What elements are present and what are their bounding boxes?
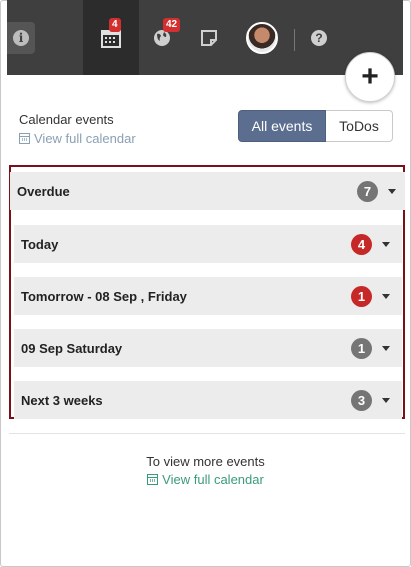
toolbar-divider <box>294 29 295 51</box>
event-count-badge: 1 <box>351 337 372 359</box>
event-group-row[interactable]: Next 3 weeks 3 <box>14 381 402 419</box>
calendar-small-icon <box>19 133 30 144</box>
todos-button[interactable]: ToDos <box>326 110 393 142</box>
view-full-calendar-label: View full calendar <box>162 472 264 487</box>
event-group-label: Tomorrow - 08 Sep , Friday <box>21 288 187 304</box>
event-count-badge: 4 <box>351 233 372 255</box>
add-event-button[interactable]: + <box>345 52 395 102</box>
event-count-badge: 7 <box>357 180 378 202</box>
help-button[interactable]: ? <box>307 0 331 75</box>
calendar-small-icon <box>147 474 159 485</box>
calendar-header: Calendar events View full calendar <box>19 112 136 146</box>
event-group-row[interactable]: 09 Sep Saturday 1 <box>14 329 402 367</box>
footer: To view more events View full calendar <box>0 454 411 487</box>
chevron-down-icon[interactable] <box>382 397 390 403</box>
view-full-calendar-link-bottom[interactable]: View full calendar <box>0 472 411 487</box>
top-toolbar: i 4 42 ? <box>7 0 403 75</box>
event-group-label: Next 3 weeks <box>21 392 103 408</box>
chevron-down-icon[interactable] <box>382 293 390 299</box>
event-group-label: Overdue <box>17 183 70 199</box>
all-events-button[interactable]: All events <box>238 110 326 142</box>
calendar-tab-button[interactable]: 4 <box>83 0 139 75</box>
event-group-row[interactable]: Today 4 <box>14 225 402 263</box>
info-icon: i <box>13 29 29 46</box>
event-group-row[interactable]: Overdue 7 <box>10 172 405 210</box>
chevron-down-icon[interactable] <box>388 188 396 194</box>
event-count-badge: 3 <box>351 389 372 411</box>
event-count-badge: 1 <box>351 285 372 307</box>
chevron-down-icon[interactable] <box>382 345 390 351</box>
globe-button[interactable]: 42 <box>147 0 181 75</box>
view-full-calendar-link-top[interactable]: View full calendar <box>19 131 136 146</box>
footer-text: To view more events <box>146 454 265 469</box>
info-button[interactable]: i <box>7 0 37 75</box>
footer-divider <box>9 433 405 434</box>
event-group-label: 09 Sep Saturday <box>21 340 123 356</box>
calendar-events-title: Calendar events <box>19 112 114 127</box>
note-icon <box>201 29 217 46</box>
events-filter-toggle: All events ToDos <box>238 110 393 142</box>
event-group-label: Today <box>21 236 59 252</box>
calendar-badge: 4 <box>109 18 121 32</box>
chevron-down-icon[interactable] <box>382 241 390 247</box>
avatar <box>246 21 278 54</box>
user-avatar-button[interactable] <box>245 0 279 75</box>
notes-button[interactable] <box>197 0 221 75</box>
view-full-calendar-label: View full calendar <box>34 131 136 146</box>
help-icon: ? <box>311 29 327 46</box>
globe-badge: 42 <box>163 18 181 32</box>
event-group-row[interactable]: Tomorrow - 08 Sep , Friday 1 <box>14 277 402 315</box>
